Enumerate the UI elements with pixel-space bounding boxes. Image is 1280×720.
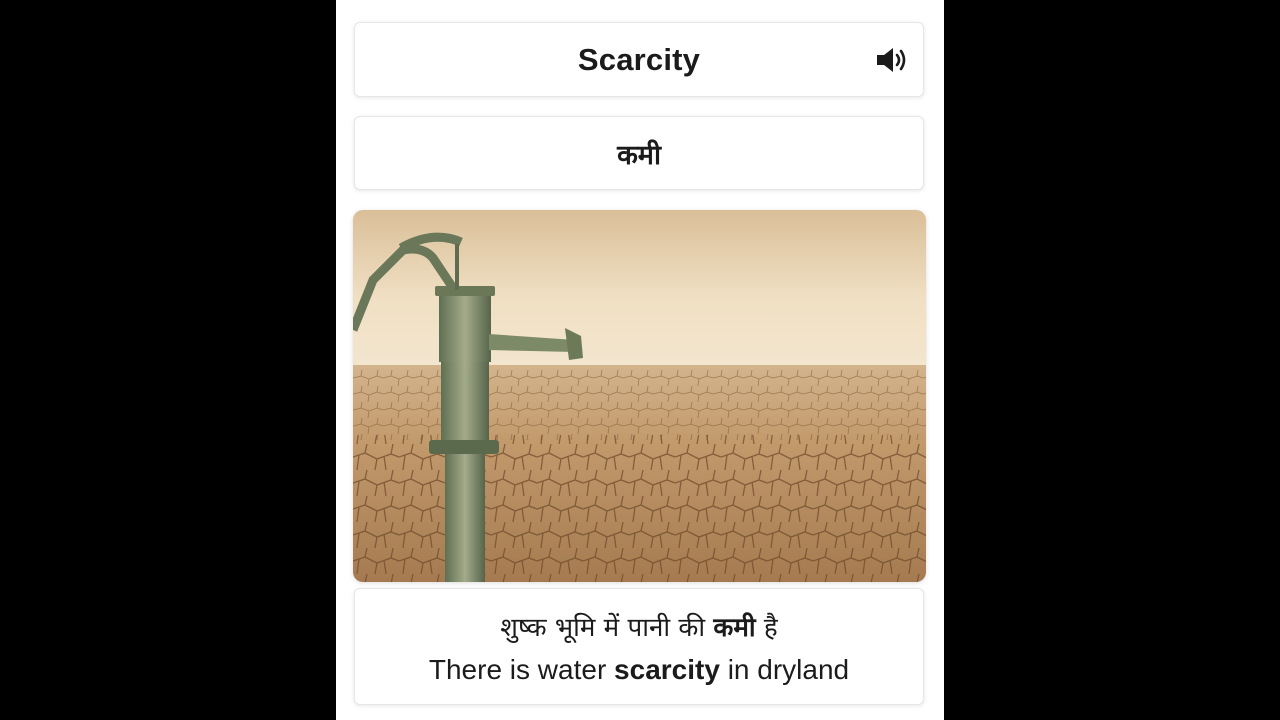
translation-text: कमी	[617, 139, 661, 171]
sentence-english-highlight: scarcity	[614, 653, 720, 685]
sentence-english-after: in dryland	[719, 653, 850, 685]
word-title: Scarcity	[577, 41, 701, 77]
example-sentence-card: शुष्क भूमि में पानी की कमी है There is w…	[354, 588, 924, 705]
translation-card: कमी	[354, 116, 924, 190]
word-card: Scarcity	[354, 22, 924, 97]
example-sentence-hindi: शुष्क भूमि में पानी की कमी है	[500, 608, 777, 644]
speaker-volume-icon	[877, 47, 906, 72]
sentence-english-before: There is water	[428, 653, 615, 685]
example-sentence-english: There is water scarcity in dryland	[429, 654, 849, 686]
sentence-hindi-before: शुष्क भूमि में पानी की	[500, 612, 714, 643]
pronounce-button[interactable]	[873, 43, 911, 77]
flashcard-screen: Scarcity कमी शुष्क भूमि में पानी की कमी …	[336, 0, 944, 720]
hand-pump-dry-land-image	[353, 210, 926, 582]
sentence-hindi-after: है	[755, 612, 778, 643]
sentence-hindi-highlight: कमी	[713, 612, 756, 643]
illustration-image	[353, 210, 926, 582]
